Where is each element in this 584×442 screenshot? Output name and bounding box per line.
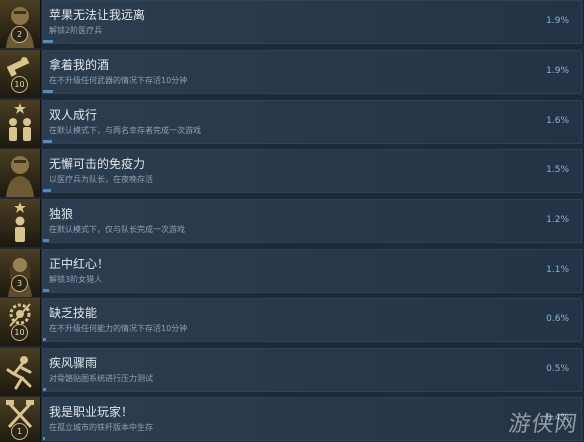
achievement-row[interactable]: 2 苹果无法让我远离解锁2阶医疗兵 1.9% [0,0,584,48]
gun-badge-icon: 10 [0,50,41,98]
achievement-panel: 疾风骤雨对骨骼贴图系统进行压力测试 0.5% [42,348,582,392]
achievement-description: 解锁2阶医疗兵 [49,26,103,35]
medic-portrait-icon [0,149,41,197]
achievement-panel: 苹果无法让我远离解锁2阶医疗兵 1.9% [42,0,582,44]
unlock-progress-bar [43,90,53,93]
tier-badge: 10 [11,324,28,341]
achievement-title: 拿着我的酒 [49,58,110,72]
achievement-title: 苹果无法让我远离 [49,8,146,22]
achievement-row[interactable]: 双人成行在默认模式下，与两名幸存者完成一次游戏 1.6% [0,100,584,148]
achievement-title: 无懈可击的免疫力 [49,157,146,171]
unlock-progress-bar [43,289,49,292]
tier-badge: 1 [11,423,28,440]
achievement-row[interactable]: 3 正中红心！ 解锁3阶女猎人 1.1% [0,249,584,297]
achievement-panel: 正中红心！ 解锁3阶女猎人 1.1% [42,249,582,293]
achievement-description: 在默认模式下，仅与队长完成一次游戏 [49,225,185,234]
achievement-panel: 我是职业玩家！ 在孤立城市的铁杆版本中生存 0.4% [42,397,582,441]
unlock-percentage: 0.6% [546,314,569,324]
unlock-percentage: 1.1% [546,265,569,275]
achievement-panel: 缺乏技能在不升级任何能力的情况下存活10分钟 0.6% [42,298,582,342]
unlock-progress-bar [43,338,46,341]
achievement-list: 2 苹果无法让我远离解锁2阶医疗兵 1.9% 10 拿着我的酒在不升级任何武器的情况下存… [0,0,584,442]
achievement-row[interactable]: 无懈可击的免疫力以医疗兵为队长，在夜晚存活 1.5% [0,149,584,197]
unlock-percentage: 0.5% [546,364,569,374]
achievement-description: 在不升级任何能力的情况下存活10分钟 [49,324,188,333]
unlock-percentage: 1.2% [546,215,569,225]
achievement-panel: 无懈可击的免疫力以医疗兵为队长，在夜晚存活 1.5% [42,149,582,193]
falling-figure-icon [0,348,41,396]
achievement-row[interactable]: 1 我是职业玩家！ 在孤立城市的铁杆版本中生存 0.4% [0,397,584,442]
watermark-logo: 游侠网 [506,412,580,437]
unlock-percentage: 1.9% [546,66,569,76]
unlock-progress-bar [43,437,45,440]
achievement-panel: 独狼在默认模式下，仅与队长完成一次游戏 1.2% [42,199,582,243]
unlock-progress-bar [43,189,51,192]
achievement-description: 解锁3阶女猎人 [49,275,103,284]
achievement-title: 独狼 [49,207,74,221]
medic-portrait-icon: 2 [0,0,41,48]
achievement-panel: 拿着我的酒在不升级任何武器的情况下存活10分钟 1.9% [42,50,582,94]
unlock-progress-bar [43,388,46,391]
unlock-progress-bar [43,239,49,242]
huntress-portrait-icon: 3 [0,249,41,297]
unlock-progress-bar [43,140,52,143]
achievement-description: 以医疗兵为队长，在夜晚存活 [49,175,153,184]
achievement-row[interactable]: 独狼在默认模式下，仅与队长完成一次游戏 1.2% [0,199,584,247]
crossed-tools-icon: 1 [0,397,41,442]
achievement-description: 对骨骼贴图系统进行压力测试 [49,374,153,383]
lone-survivor-icon [0,199,41,247]
achievement-description: 在孤立城市的铁杆版本中生存 [49,423,153,432]
unlock-percentage: 1.6% [546,116,569,126]
achievement-title: 正中红心！ [49,257,110,271]
achievement-panel: 双人成行在默认模式下，与两名幸存者完成一次游戏 1.6% [42,100,582,144]
tier-badge: 3 [11,275,28,292]
unlock-progress-bar [43,40,53,43]
achievement-title: 双人成行 [49,108,98,122]
tier-badge: 10 [11,76,28,93]
achievement-title: 缺乏技能 [49,306,98,320]
tier-badge: 2 [11,26,28,43]
achievement-description: 在默认模式下，与两名幸存者完成一次游戏 [49,126,201,135]
achievement-row[interactable]: 10 拿着我的酒在不升级任何武器的情况下存活10分钟 1.9% [0,50,584,98]
unlock-percentage: 1.5% [546,165,569,175]
achievement-title: 我是职业玩家！ [49,405,134,419]
achievement-description: 在不升级任何武器的情况下存活10分钟 [49,76,188,85]
gear-badge-icon: 10 [0,298,41,346]
unlock-percentage: 1.9% [546,16,569,26]
achievement-row[interactable]: 10 缺乏技能在不升级任何能力的情况下存活10分钟 0.6% [0,298,584,346]
two-survivors-icon [0,100,41,148]
achievement-title: 疾风骤雨 [49,356,98,370]
achievement-row[interactable]: 疾风骤雨对骨骼贴图系统进行压力测试 0.5% [0,348,584,396]
